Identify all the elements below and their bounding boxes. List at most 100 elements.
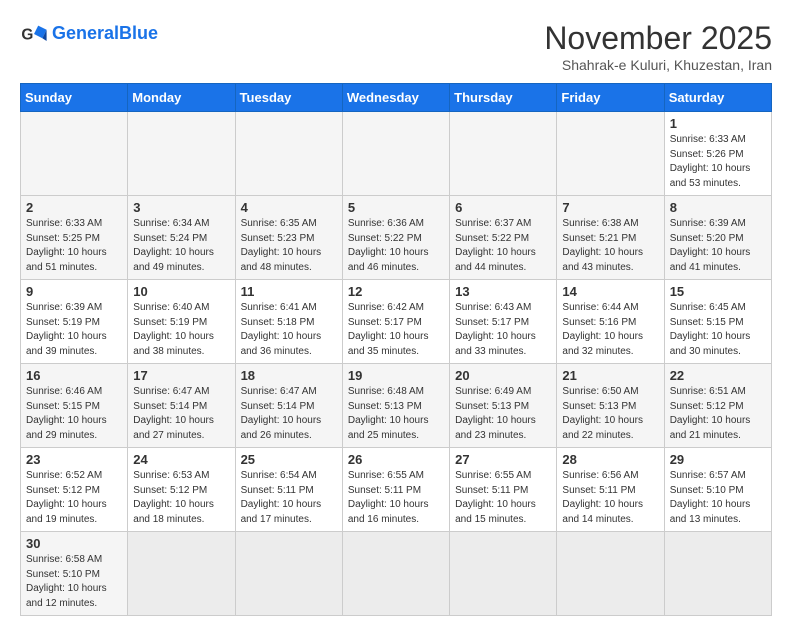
day-number: 21 (562, 368, 658, 383)
weekday-header-wednesday: Wednesday (342, 84, 449, 112)
logo-text: GeneralBlue (52, 24, 158, 44)
day-number: 20 (455, 368, 551, 383)
calendar-day-cell: 22 Sunrise: 6:51 AMSunset: 5:12 PMDayligh… (664, 364, 771, 448)
calendar-day-cell: 28Sunrise: 6:56 AMSunset: 5:11 PMDayligh… (557, 448, 664, 532)
calendar-day-cell: 8Sunrise: 6:39 AMSunset: 5:20 PMDaylight… (664, 196, 771, 280)
day-info: Sunrise: 6:51 AMSunset: 5:12 PMDaylight:… (670, 385, 766, 443)
day-number: 10 (133, 284, 229, 299)
day-number: 24 (133, 452, 229, 467)
day-number: 13 (455, 284, 551, 299)
calendar-day-cell: 25Sunrise: 6:54 AMSunset: 5:11 PMDayligh… (235, 448, 342, 532)
calendar-week-row: 16Sunrise: 6:46 AMSunset: 5:15 PMDayligh… (21, 364, 772, 448)
calendar-day-cell: 4Sunrise: 6:35 AMSunset: 5:23 PMDaylight… (235, 196, 342, 280)
logo-general: General (52, 23, 119, 43)
day-info: Sunrise: 6:53 AMSunset: 5:12 PMDaylight:… (133, 469, 229, 527)
day-info: Sunrise: 6:36 AMSunset: 5:22 PMDaylight:… (348, 217, 444, 275)
calendar-day-cell: 6Sunrise: 6:37 AMSunset: 5:22 PMDaylight… (450, 196, 557, 280)
day-info: Sunrise: 6:56 AMSunset: 5:11 PMDaylight:… (562, 469, 658, 527)
calendar-day-cell: 2 Sunrise: 6:33 AMSunset: 5:25 PMDaylight… (21, 196, 128, 280)
day-number: 30 (26, 536, 122, 551)
calendar-day-cell (450, 112, 557, 196)
day-number: 18 (241, 368, 337, 383)
weekday-header-saturday: Saturday (664, 84, 771, 112)
day-info: Sunrise: 6:39 AMSunset: 5:19 PMDaylight:… (26, 301, 122, 359)
day-info: Sunrise: 6:33 AMSunset: 5:26 PMDaylight:… (670, 133, 766, 191)
day-number: 29 (670, 452, 766, 467)
day-info: Sunrise: 6:54 AMSunset: 5:11 PMDaylight:… (241, 469, 337, 527)
weekday-header-monday: Monday (128, 84, 235, 112)
day-number: 26 (348, 452, 444, 467)
calendar-day-cell: 11Sunrise: 6:41 AMSunset: 5:18 PMDayligh… (235, 280, 342, 364)
calendar-day-cell: 21 Sunrise: 6:50 AMSunset: 5:13 PMDayligh… (557, 364, 664, 448)
day-info: Sunrise: 6:58 AMSunset: 5:10 PMDaylight:… (26, 553, 122, 611)
day-info: Sunrise: 6:46 AMSunset: 5:15 PMDaylight:… (26, 385, 122, 443)
day-number: 2 (26, 200, 122, 215)
calendar-week-row: 30 Sunrise: 6:58 AMSunset: 5:10 PMDayligh… (21, 532, 772, 616)
calendar-day-cell: 26 Sunrise: 6:55 AMSunset: 5:11 PMDayligh… (342, 448, 449, 532)
page-header: G GeneralBlue November 2025 Shahrak-e Ku… (20, 20, 772, 73)
calendar-day-cell: 29 Sunrise: 6:57 AMSunset: 5:10 PMDayligh… (664, 448, 771, 532)
calendar-day-cell (21, 112, 128, 196)
day-number: 11 (241, 284, 337, 299)
day-info: Sunrise: 6:50 AMSunset: 5:13 PMDaylight:… (562, 385, 658, 443)
day-info: Sunrise: 6:42 AMSunset: 5:17 PMDaylight:… (348, 301, 444, 359)
logo-blue: Blue (119, 23, 158, 43)
calendar-header-row: SundayMondayTuesdayWednesdayThursdayFrid… (21, 84, 772, 112)
calendar-day-cell: 20 Sunrise: 6:49 AMSunset: 5:13 PMDayligh… (450, 364, 557, 448)
day-info: Sunrise: 6:52 AMSunset: 5:12 PMDaylight:… (26, 469, 122, 527)
month-title: November 2025 (544, 20, 772, 57)
calendar-day-cell: 5 Sunrise: 6:36 AMSunset: 5:22 PMDaylight… (342, 196, 449, 280)
day-info: Sunrise: 6:40 AMSunset: 5:19 PMDaylight:… (133, 301, 229, 359)
weekday-header-thursday: Thursday (450, 84, 557, 112)
day-number: 19 (348, 368, 444, 383)
calendar-day-cell: 23 Sunrise: 6:52 AMSunset: 5:12 PMDayligh… (21, 448, 128, 532)
day-number: 15 (670, 284, 766, 299)
day-number: 17 (133, 368, 229, 383)
calendar-day-cell: 9 Sunrise: 6:39 AMSunset: 5:19 PMDaylight… (21, 280, 128, 364)
calendar-day-cell: 1 Sunrise: 6:33 AMSunset: 5:26 PMDaylight… (664, 112, 771, 196)
day-number: 4 (241, 200, 337, 215)
weekday-header-sunday: Sunday (21, 84, 128, 112)
day-info: Sunrise: 6:47 AMSunset: 5:14 PMDaylight:… (133, 385, 229, 443)
location-subtitle: Shahrak-e Kuluri, Khuzestan, Iran (544, 57, 772, 73)
calendar-day-cell: 30 Sunrise: 6:58 AMSunset: 5:10 PMDayligh… (21, 532, 128, 616)
day-info: Sunrise: 6:43 AMSunset: 5:17 PMDaylight:… (455, 301, 551, 359)
day-number: 23 (26, 452, 122, 467)
day-info: Sunrise: 6:45 AMSunset: 5:15 PMDaylight:… (670, 301, 766, 359)
day-number: 5 (348, 200, 444, 215)
day-number: 1 (670, 116, 766, 131)
calendar-day-cell: 10 Sunrise: 6:40 AMSunset: 5:19 PMDayligh… (128, 280, 235, 364)
day-info: Sunrise: 6:55 AMSunset: 5:11 PMDaylight:… (348, 469, 444, 527)
calendar-day-cell (450, 532, 557, 616)
day-number: 3 (133, 200, 229, 215)
day-number: 9 (26, 284, 122, 299)
day-info: Sunrise: 6:37 AMSunset: 5:22 PMDaylight:… (455, 217, 551, 275)
calendar-day-cell (128, 532, 235, 616)
logo: G GeneralBlue (20, 20, 158, 48)
calendar-day-cell (557, 112, 664, 196)
calendar-day-cell (235, 112, 342, 196)
calendar-day-cell: 19 Sunrise: 6:48 AMSunset: 5:13 PMDayligh… (342, 364, 449, 448)
calendar-day-cell (342, 532, 449, 616)
day-info: Sunrise: 6:39 AMSunset: 5:20 PMDaylight:… (670, 217, 766, 275)
day-info: Sunrise: 6:57 AMSunset: 5:10 PMDaylight:… (670, 469, 766, 527)
calendar-day-cell: 27 Sunrise: 6:55 AMSunset: 5:11 PMDayligh… (450, 448, 557, 532)
calendar-day-cell: 12 Sunrise: 6:42 AMSunset: 5:17 PMDayligh… (342, 280, 449, 364)
calendar-day-cell (664, 532, 771, 616)
day-number: 22 (670, 368, 766, 383)
calendar-week-row: 23 Sunrise: 6:52 AMSunset: 5:12 PMDayligh… (21, 448, 772, 532)
day-info: Sunrise: 6:55 AMSunset: 5:11 PMDaylight:… (455, 469, 551, 527)
calendar-day-cell (557, 532, 664, 616)
day-info: Sunrise: 6:33 AMSunset: 5:25 PMDaylight:… (26, 217, 122, 275)
logo-icon: G (20, 20, 48, 48)
calendar-day-cell (342, 112, 449, 196)
day-info: Sunrise: 6:49 AMSunset: 5:13 PMDaylight:… (455, 385, 551, 443)
day-number: 12 (348, 284, 444, 299)
calendar-week-row: 9 Sunrise: 6:39 AMSunset: 5:19 PMDaylight… (21, 280, 772, 364)
calendar-day-cell: 15 Sunrise: 6:45 AMSunset: 5:15 PMDayligh… (664, 280, 771, 364)
weekday-header-friday: Friday (557, 84, 664, 112)
calendar-day-cell (128, 112, 235, 196)
day-number: 27 (455, 452, 551, 467)
calendar-day-cell: 7Sunrise: 6:38 AMSunset: 5:21 PMDaylight… (557, 196, 664, 280)
day-info: Sunrise: 6:48 AMSunset: 5:13 PMDaylight:… (348, 385, 444, 443)
